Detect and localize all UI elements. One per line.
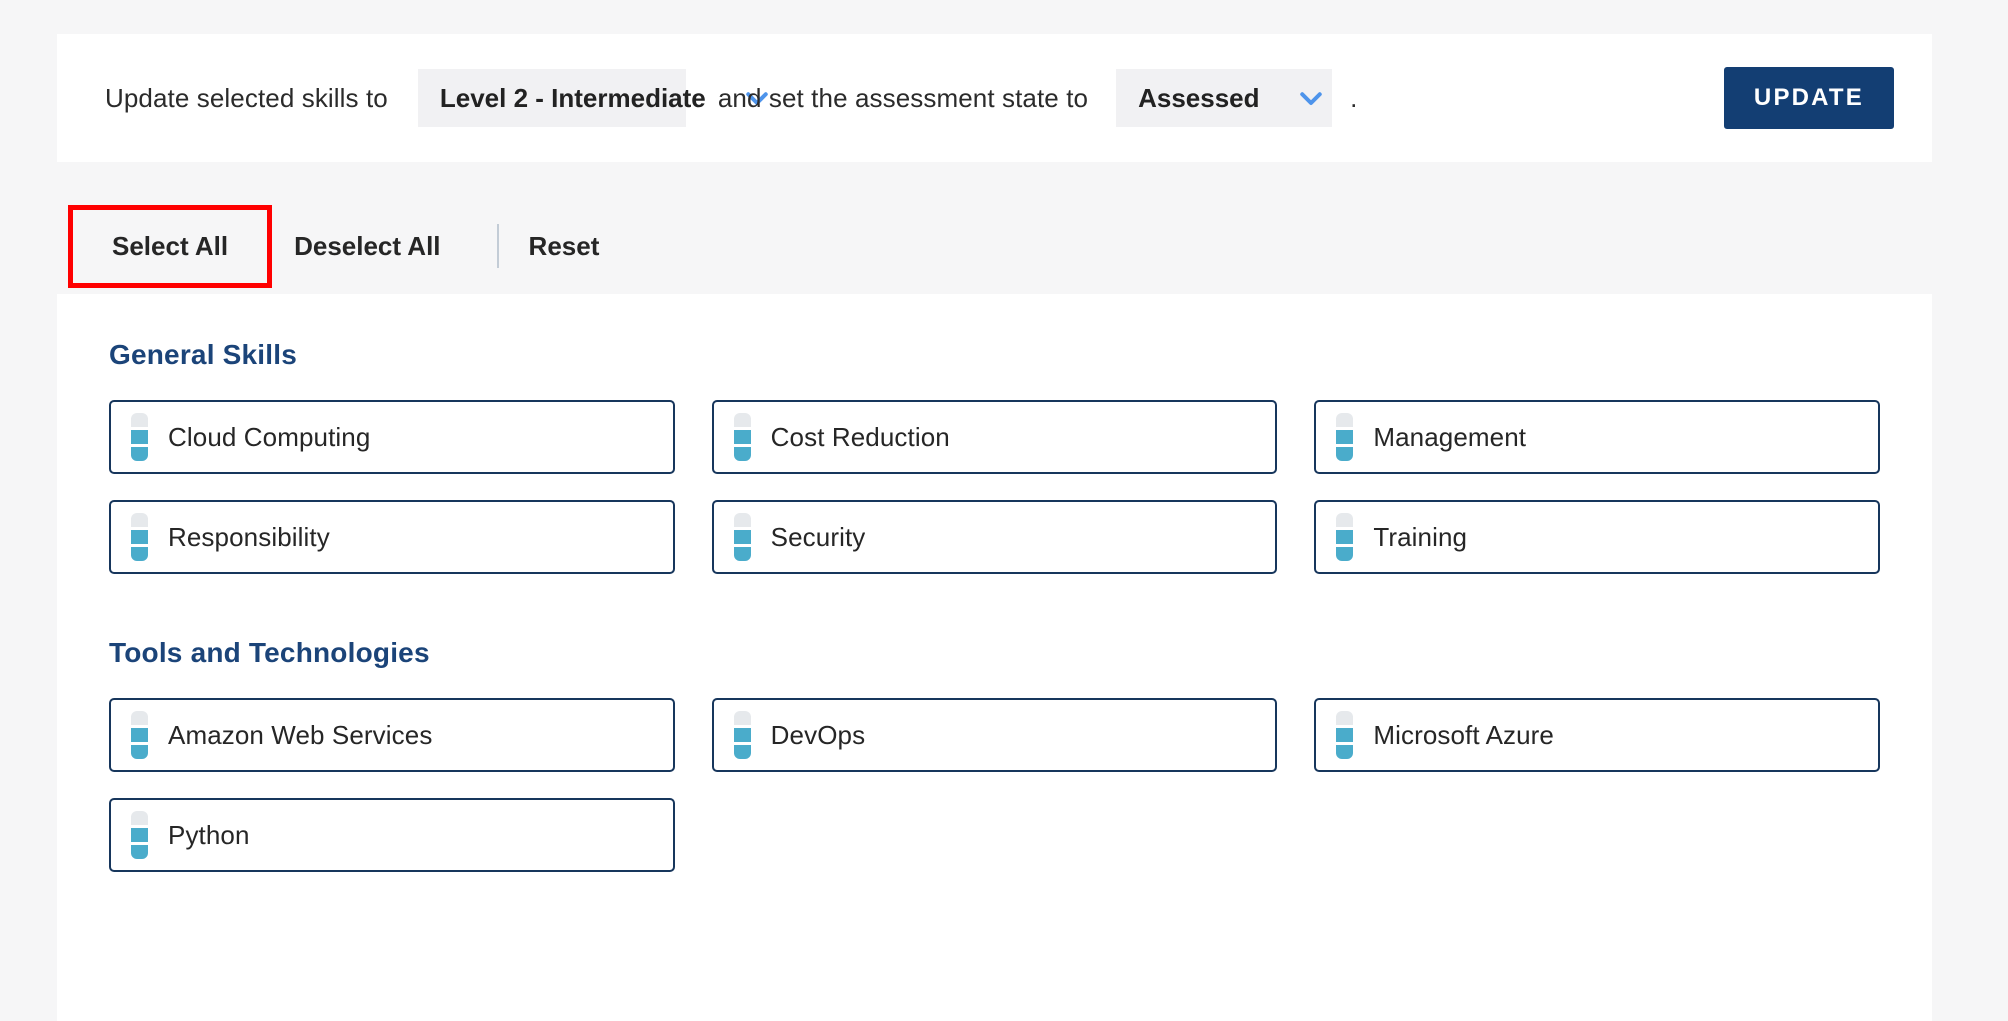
skill-level-segment — [131, 745, 148, 759]
bulk-update-row: Update selected skills to Level 2 - Inte… — [105, 67, 1894, 129]
skill-level-segment — [131, 530, 148, 544]
skill-level-segment — [1336, 711, 1354, 725]
skill-level-meter-icon — [1336, 413, 1354, 461]
bulk-update-mid-label: and set the assessment state to — [717, 82, 1089, 113]
bulk-update-toolbar: Update selected skills to Level 2 - Inte… — [57, 34, 1932, 162]
skill-card-label: Management — [1373, 421, 1527, 452]
skill-card-label: Responsibility — [168, 521, 330, 552]
selection-action-bar: Select All Deselect All Reset — [57, 198, 1932, 294]
chevron-down-icon — [1296, 83, 1326, 113]
skills-content-panel: General Skills Cloud Computing Cost Reduc… — [57, 294, 1932, 1021]
skill-level-segment — [131, 828, 148, 842]
skills-assessment-page: Update selected skills to Level 2 - Inte… — [0, 0, 2008, 1021]
skill-level-segment — [1336, 513, 1354, 527]
skill-card[interactable]: DevOps — [711, 698, 1278, 772]
skill-level-meter-icon — [1336, 711, 1354, 759]
skill-level-meter-icon — [733, 513, 751, 561]
skill-level-segment — [131, 811, 148, 825]
skill-level-select[interactable]: Level 2 - Intermediate — [417, 69, 768, 127]
skill-card-label: Security — [770, 521, 866, 552]
section-general-skills: General Skills Cloud Computing Cost Reduc… — [57, 294, 1932, 574]
skill-level-segment — [1336, 430, 1354, 444]
skill-level-segment — [131, 547, 148, 561]
skill-grid-tools-and-technologies: Amazon Web Services DevOps Microsoft Azure… — [109, 698, 1880, 872]
skill-level-segment — [131, 728, 148, 742]
skill-level-segment — [733, 530, 751, 544]
bulk-update-lead-label: Update selected skills to — [105, 82, 388, 113]
assessment-state-select[interactable]: Assessed — [1116, 69, 1333, 127]
skill-card[interactable]: Cost Reduction — [711, 400, 1278, 474]
skill-card-label: Cloud Computing — [168, 421, 371, 452]
skill-card-label: DevOps — [770, 719, 866, 750]
skill-level-meter-icon — [131, 513, 148, 561]
skill-card-label: Amazon Web Services — [168, 719, 433, 750]
skill-level-meter-icon — [131, 811, 148, 859]
skill-level-meter-icon — [733, 413, 751, 461]
skill-level-segment — [1336, 530, 1354, 544]
skill-level-meter-icon — [1336, 513, 1354, 561]
section-title-tools-and-technologies: Tools and Technologies — [109, 637, 430, 668]
skill-card[interactable]: Responsibility — [109, 500, 675, 574]
skill-card-label: Python — [168, 819, 250, 850]
skill-card[interactable]: Cloud Computing — [109, 400, 675, 474]
skill-level-segment — [1336, 728, 1354, 742]
skill-card-label: Cost Reduction — [770, 421, 950, 452]
skill-card[interactable]: Security — [711, 500, 1278, 574]
reset-button[interactable]: Reset — [529, 231, 600, 262]
skill-level-select-value: Level 2 - Intermediate — [439, 82, 706, 113]
skill-card-label: Training — [1373, 521, 1468, 552]
skill-level-meter-icon — [733, 711, 751, 759]
skill-card[interactable]: Training — [1314, 500, 1880, 574]
skill-level-segment — [733, 513, 751, 527]
skill-level-meter-icon — [131, 711, 148, 759]
skill-level-segment — [131, 513, 148, 527]
skill-level-segment — [131, 711, 148, 725]
skill-level-segment — [733, 447, 751, 461]
skill-level-segment — [131, 447, 148, 461]
action-divider — [496, 224, 499, 268]
skill-level-segment — [733, 430, 751, 444]
skill-level-segment — [1336, 413, 1354, 427]
skill-level-segment — [1336, 447, 1354, 461]
skill-level-segment — [733, 711, 751, 725]
skill-card[interactable]: Management — [1314, 400, 1880, 474]
section-tools-and-technologies: Tools and Technologies Amazon Web Servic… — [57, 574, 1932, 872]
select-all-button[interactable]: Select All — [68, 204, 273, 288]
skill-card[interactable]: Python — [109, 798, 675, 872]
skill-level-meter-icon — [131, 413, 148, 461]
skill-level-segment — [733, 547, 751, 561]
bulk-update-trailing-punctuation: . — [1350, 82, 1358, 113]
section-title-general-skills: General Skills — [109, 339, 298, 370]
skill-level-segment — [131, 430, 148, 444]
skill-card-label: Microsoft Azure — [1373, 719, 1554, 750]
skill-card[interactable]: Microsoft Azure — [1314, 698, 1880, 772]
skill-level-segment — [733, 728, 751, 742]
skill-grid-general-skills: Cloud Computing Cost Reduction Management R… — [109, 400, 1880, 574]
skill-level-segment — [733, 745, 751, 759]
assessment-state-select-value: Assessed — [1138, 82, 1260, 113]
skill-level-segment — [733, 413, 751, 427]
skill-card[interactable]: Amazon Web Services — [109, 698, 675, 772]
skill-level-segment — [131, 413, 148, 427]
deselect-all-button[interactable]: Deselect All — [294, 231, 440, 262]
update-button[interactable]: UPDATE — [1723, 67, 1894, 129]
skill-level-segment — [1336, 745, 1354, 759]
skill-level-segment — [131, 845, 148, 859]
skill-level-segment — [1336, 547, 1354, 561]
